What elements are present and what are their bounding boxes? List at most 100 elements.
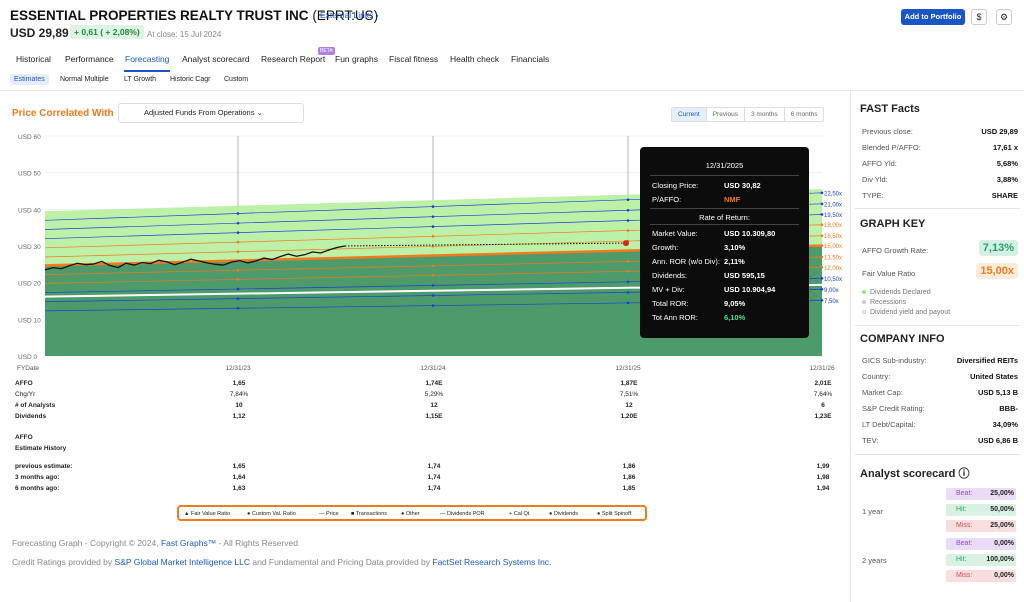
multiple-point <box>236 221 240 225</box>
beat-pill: Beat: 25,00% <box>946 488 1016 500</box>
fact-row: TYPE: SHARE <box>862 191 1018 200</box>
y-tick-label: USD 30 <box>18 244 41 251</box>
legend-transactions[interactable]: ■ Transactions <box>351 511 387 517</box>
tab-research-report[interactable]: Research Report <box>261 54 325 64</box>
info-row: GICS Sub-industry: Diversified REITs <box>862 356 1018 365</box>
tooltip-row: Ann. ROR (w/o Div): 2,11% <box>652 257 745 266</box>
x-axis-labels: FYDate 12/31/23 12/31/24 12/31/25 12/31/26 <box>17 365 835 372</box>
multiple-label: 21,00x <box>824 202 842 208</box>
fast-graphs-link[interactable]: Fast Graphs™ <box>161 538 216 548</box>
multiple-point <box>820 287 824 291</box>
current-price: USD 29,89 <box>10 26 69 40</box>
table-cell: 2,01E <box>814 380 832 387</box>
legend-other[interactable]: ● Other <box>401 511 420 517</box>
multiple-point <box>236 287 240 291</box>
multiple-point <box>236 278 240 281</box>
info-row: TEV: USD 6,86 B <box>862 436 1018 445</box>
hit-pill: Hit: 50,00% <box>946 504 1016 516</box>
table-cell: 1,85 <box>622 485 636 492</box>
fast-facts-title: FAST Facts <box>860 103 920 115</box>
header: ESSENTIAL PROPERTIES REALTY TRUST INC (E… <box>0 0 1024 46</box>
table-cell: 1,74 <box>427 463 441 470</box>
table-cell: 1,98 <box>816 474 830 481</box>
subtab-normal-multiple[interactable]: Normal Multiple <box>56 74 113 85</box>
x-tick-label: 12/31/23 <box>225 365 251 372</box>
multiple-point <box>626 198 630 201</box>
multiple-point <box>431 294 435 297</box>
sp-global-link[interactable]: S&P Global Market Intelligence LLC <box>115 557 250 567</box>
tab-performance[interactable]: Performance <box>65 54 114 64</box>
multiple-point <box>431 274 435 277</box>
external-links-link[interactable]: External Links › <box>320 10 379 20</box>
tooltip-divider <box>650 175 799 176</box>
multiple-point <box>626 260 630 263</box>
table-cell: 1,20E <box>620 413 638 420</box>
multiple-point <box>820 298 824 302</box>
range-3-months[interactable]: 3 months <box>745 108 785 121</box>
tooltip-row: Tot Ann ROR: 6,10% <box>652 313 746 322</box>
currency-button[interactable]: $ <box>971 9 987 25</box>
subtab-lt-growth[interactable]: LT Growth <box>120 74 160 85</box>
multiple-point <box>626 291 630 294</box>
fact-row: Div Yld: 3,88% <box>862 175 1018 184</box>
tab-fiscal-fitness[interactable]: Fiscal fitness <box>389 54 438 64</box>
legend-price[interactable]: — Price <box>319 511 339 517</box>
factset-link[interactable]: FactSet Research Systems Inc. <box>432 557 551 567</box>
key-dividends-declared: Dividends Declared <box>862 289 931 296</box>
sidebar-separator <box>855 454 1020 455</box>
subtab-estimates[interactable]: Estimates <box>10 74 49 85</box>
y-tick-label: USD 50 <box>18 171 41 178</box>
hit-pill: Hit: 100,00% <box>946 554 1016 566</box>
price-change-badge: + 0,61 ( + 2,08%) <box>70 25 144 39</box>
range-6-months[interactable]: 6 months <box>785 108 824 121</box>
multiple-label: 16,50x <box>824 234 842 240</box>
subtab-custom[interactable]: Custom <box>220 74 252 85</box>
multiple-label: 9,00x <box>824 288 839 294</box>
sidebar-separator <box>855 208 1020 209</box>
multiple-point <box>626 208 630 212</box>
legend-dividends[interactable]: ● Dividends <box>549 511 578 517</box>
row-label: Dividends <box>15 413 47 420</box>
multiple-point <box>820 234 824 238</box>
add-to-portfolio-button[interactable]: Add to Portfolio <box>901 9 965 25</box>
legend-split-spinoff[interactable]: ● Split Spinoff <box>597 511 631 517</box>
metric-dropdown[interactable]: Adjusted Funds From Operations ⌄ <box>118 103 304 123</box>
legend-custom-val-ratio[interactable]: ● Custom Val. Ratio <box>247 511 296 517</box>
subtab-historic-cagr[interactable]: Historic Cagr <box>166 74 214 85</box>
y-tick-label: USD 40 <box>18 207 41 214</box>
legend-dividends-por[interactable]: — Dividends POR <box>440 511 485 517</box>
legend-fair-value-ratio[interactable]: ▲ Fair Value Ratio <box>184 511 230 517</box>
info-row: S&P Credit Rating: BBB- <box>862 404 1018 413</box>
multiple-point <box>820 276 824 280</box>
table-cell: 1,74E <box>425 380 443 387</box>
tab-analyst-scorecard[interactable]: Analyst scorecard <box>182 54 250 64</box>
range-current[interactable]: Current <box>672 108 707 121</box>
legend-cal-qt[interactable]: + Cal Qt <box>509 511 529 517</box>
tooltip-row: Closing Price: USD 30,82 <box>652 181 761 190</box>
table-cell: 7,51% <box>619 391 639 398</box>
row-label: previous estimate: <box>15 463 73 470</box>
table-cell: 1,63 <box>232 485 246 492</box>
chart-tooltip: 12/31/2025 Closing Price: USD 30,82 P/AFF… <box>640 147 809 338</box>
range-previous[interactable]: Previous <box>707 108 745 121</box>
multiple-point <box>626 269 630 273</box>
settings-gear-icon[interactable]: ⚙ <box>996 9 1012 25</box>
multiple-point <box>431 264 435 268</box>
x-tick-label: 12/31/25 <box>615 365 641 372</box>
info-row: Country: United States <box>862 372 1018 381</box>
row-label: 3 months ago: <box>15 474 60 481</box>
period-label: 1 year <box>862 507 883 516</box>
table-cell: 1,99 <box>816 463 830 470</box>
key-recessions: Recessions <box>862 299 906 306</box>
multiple-point <box>820 202 824 206</box>
tab-historical[interactable]: Historical <box>16 54 51 64</box>
miss-pill: Miss: 0,00% <box>946 570 1016 582</box>
info-icon[interactable]: ⓘ <box>958 468 969 480</box>
tab-health-check[interactable]: Health check <box>450 54 499 64</box>
tab-forecasting[interactable]: Forecasting <box>125 54 169 64</box>
table-cell: 1,15E <box>425 413 443 420</box>
tab-fun-graphs[interactable]: Fun graphs <box>335 54 378 64</box>
tab-financials[interactable]: Financials <box>511 54 549 64</box>
tooltip-row: Market Value: USD 10.309,80 <box>652 229 776 238</box>
multiple-point <box>431 215 435 218</box>
